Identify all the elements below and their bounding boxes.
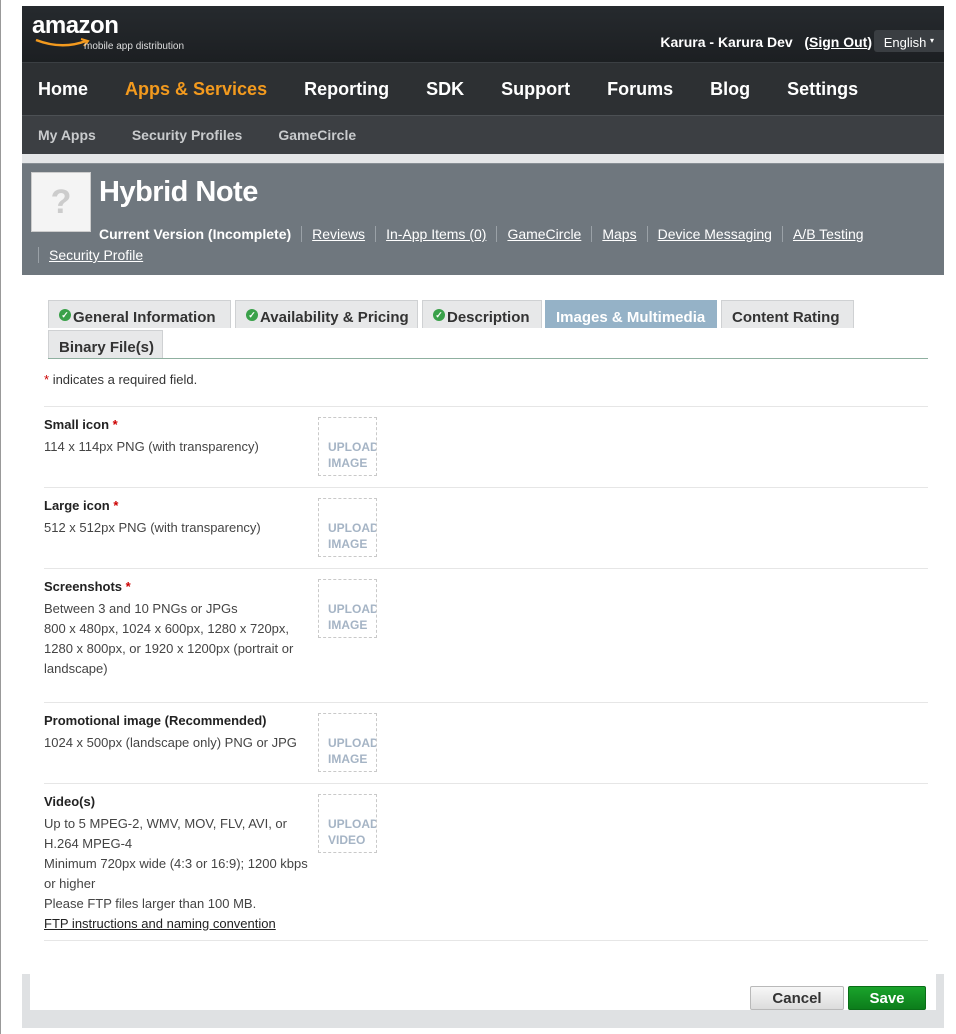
main-nav: Home Apps & Services Reporting SDK Suppo…: [22, 62, 944, 115]
content-panel: ✓ General Information ✓ Availability & Pri…: [30, 280, 936, 1010]
link-device-messaging[interactable]: Device Messaging: [658, 226, 772, 242]
required-star: *: [44, 372, 50, 387]
tab-label: Images & Multimedia: [556, 309, 706, 326]
check-icon: ✓: [246, 309, 258, 321]
nav-sdk[interactable]: SDK: [426, 79, 464, 100]
cancel-button[interactable]: Cancel: [750, 986, 844, 1010]
nav-reporting[interactable]: Reporting: [304, 79, 389, 100]
field-title: Small icon *: [44, 417, 118, 432]
field-large-icon: Large icon * 512 x 512px PNG (with trans…: [44, 487, 928, 569]
nav-apps-services[interactable]: Apps & Services: [125, 79, 267, 100]
field-title: Screenshots *: [44, 579, 131, 594]
link-maps[interactable]: Maps: [602, 226, 636, 242]
app-links: Current Version (Incomplete) Reviews In-Ap…: [38, 224, 942, 266]
field-small-icon: Small icon * 114 x 114px PNG (with trans…: [44, 406, 928, 488]
nav-settings[interactable]: Settings: [787, 79, 858, 100]
page-frame: amazon mobile app distribution Karura - …: [22, 6, 944, 1028]
tab-label: Binary File(s): [59, 339, 155, 356]
tab-general-information[interactable]: ✓ General Information: [48, 300, 231, 328]
paren-close: ): [867, 34, 872, 50]
save-button[interactable]: Save: [848, 986, 926, 1010]
subnav-security-profiles[interactable]: Security Profiles: [132, 127, 243, 143]
required-note: * indicates a required field.: [44, 372, 197, 387]
subnav-my-apps[interactable]: My Apps: [38, 127, 96, 143]
app-header: ? Hybrid Note Current Version (Incomplet…: [22, 163, 944, 275]
upload-image-button[interactable]: UPLOAD IMAGE: [318, 417, 377, 476]
logo-wordmark: amazon: [32, 12, 119, 39]
nav-gap: [22, 154, 944, 163]
field-description: 1024 x 500px (landscape only) PNG or JPG: [44, 735, 297, 750]
top-bar: amazon mobile app distribution Karura - …: [22, 6, 944, 62]
paren-open: (: [796, 34, 809, 50]
sign-out-link[interactable]: Sign Out: [809, 34, 867, 50]
language-label: English: [883, 35, 927, 50]
field-screenshots: Screenshots * Between 3 and 10 PNGs or J…: [44, 568, 928, 703]
nav-blog[interactable]: Blog: [710, 79, 750, 100]
field-description: 114 x 114px PNG (with transparency): [44, 439, 259, 454]
tab-label: Content Rating: [732, 309, 840, 326]
upload-image-button[interactable]: UPLOAD IMAGE: [318, 579, 377, 638]
user-area: Karura - Karura Dev (Sign Out): [660, 34, 872, 50]
field-title: Promotional image (Recommended): [44, 713, 267, 728]
upload-image-button[interactable]: UPLOAD IMAGE: [318, 498, 377, 557]
tab-images-multimedia[interactable]: Images & Multimedia: [545, 300, 717, 328]
tab-content-rating[interactable]: Content Rating: [721, 300, 854, 328]
tab-binary-files[interactable]: Binary File(s): [48, 330, 163, 358]
field-description: Between 3 and 10 PNGs or JPGs 800 x 480p…: [44, 601, 294, 676]
link-in-app-items[interactable]: In-App Items (0): [386, 226, 486, 242]
amazon-logo[interactable]: amazon mobile app distribution: [32, 12, 184, 53]
language-selector[interactable]: English ▾: [873, 30, 944, 52]
tab-label: Availability & Pricing: [260, 309, 409, 326]
check-icon: ✓: [59, 309, 71, 321]
field-description: Up to 5 MPEG-2, WMV, MOV, FLV, AVI, or H…: [44, 816, 308, 931]
field-description: 512 x 512px PNG (with transparency): [44, 520, 261, 535]
upload-image-button[interactable]: UPLOAD IMAGE: [318, 713, 377, 772]
field-title: Large icon *: [44, 498, 119, 513]
field-promotional-image: Promotional image (Recommended) 1024 x 5…: [44, 702, 928, 784]
field-title: Video(s): [44, 794, 96, 809]
link-security-profile[interactable]: Security Profile: [49, 247, 143, 263]
tab-label: Description: [447, 309, 530, 326]
upload-video-button[interactable]: UPLOAD VIDEO: [318, 794, 377, 853]
link-reviews[interactable]: Reviews: [312, 226, 365, 242]
link-gamecircle[interactable]: GameCircle: [507, 226, 581, 242]
tab-underline: [48, 358, 928, 359]
sub-nav: My Apps Security Profiles GameCircle: [22, 115, 944, 154]
logo-subtext: mobile app distribution: [84, 41, 185, 52]
nav-forums[interactable]: Forums: [607, 79, 673, 100]
app-title: Hybrid Note: [99, 176, 258, 208]
app-icon-placeholder: ?: [31, 172, 91, 232]
tab-label: General Information: [73, 309, 216, 326]
nav-home[interactable]: Home: [38, 79, 88, 100]
field-videos: Video(s) Up to 5 MPEG-2, WMV, MOV, FLV, …: [44, 783, 928, 941]
tab-availability-pricing[interactable]: ✓ Availability & Pricing: [235, 300, 418, 328]
nav-support[interactable]: Support: [501, 79, 570, 100]
check-icon: ✓: [433, 309, 445, 321]
ftp-instructions-link[interactable]: FTP instructions and naming convention: [44, 916, 276, 931]
required-note-text: indicates a required field.: [52, 372, 198, 387]
user-name: Karura - Karura Dev: [660, 34, 793, 50]
subnav-gamecircle[interactable]: GameCircle: [278, 127, 356, 143]
link-ab-testing[interactable]: A/B Testing: [793, 226, 864, 242]
tab-description[interactable]: ✓ Description: [422, 300, 542, 328]
chevron-down-icon: ▾: [929, 36, 934, 45]
current-version-label: Current Version (Incomplete): [99, 226, 292, 242]
